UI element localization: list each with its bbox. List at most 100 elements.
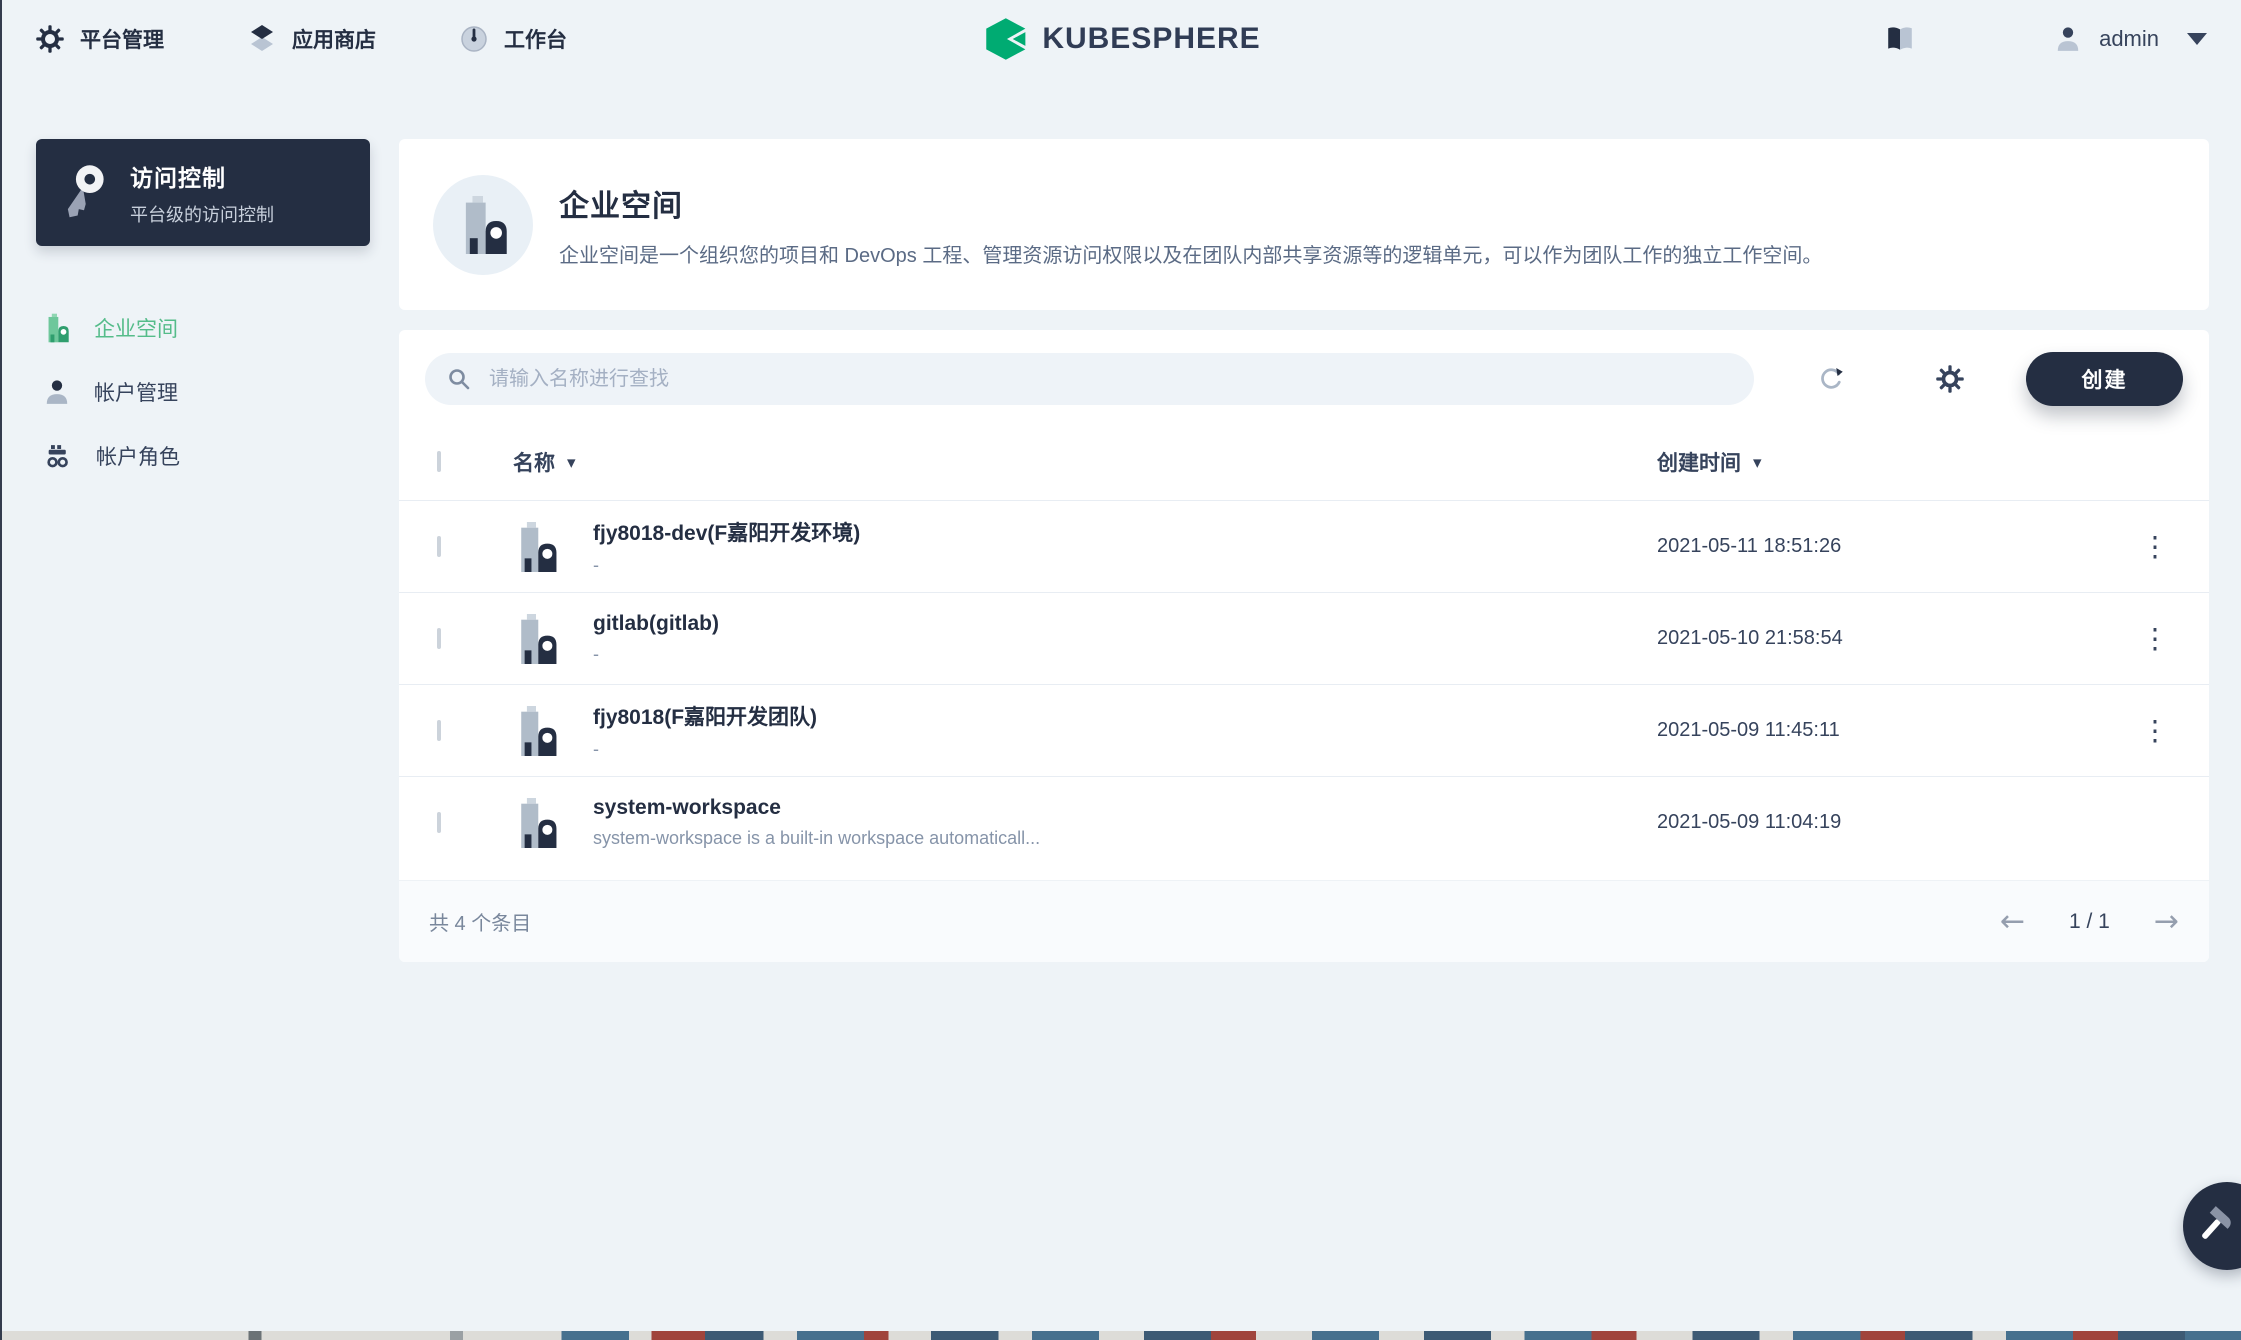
table-row[interactable]: system-workspace system-workspace is a b… xyxy=(399,776,2209,868)
row-checkbox[interactable] xyxy=(437,812,441,833)
next-page-icon[interactable]: → xyxy=(2154,904,2179,939)
column-header-created[interactable]: 创建时间 ▾ xyxy=(1657,447,2127,477)
created-time: 2021-05-09 11:45:11 xyxy=(1657,719,2127,742)
workspace-name-link[interactable]: fjy8018-dev(F嘉阳开发环境) xyxy=(593,517,860,547)
hammer-icon xyxy=(2194,1206,2234,1246)
created-time: 2021-05-11 18:51:26 xyxy=(1657,535,2127,558)
workspace-name-link[interactable]: fjy8018(F嘉阳开发团队) xyxy=(593,701,817,731)
page-header-text: 企业空间 企业空间是一个组织您的项目和 DevOps 工程、管理资源访问权限以及… xyxy=(559,181,1822,268)
select-all-checkbox[interactable] xyxy=(437,451,441,472)
kebab-menu-icon[interactable]: ⋮ xyxy=(2127,721,2183,741)
workspace-name-block: fjy8018(F嘉阳开发团队) - xyxy=(593,701,817,760)
top-bar: 平台管理 应用商店 工 xyxy=(2,0,2241,77)
nav-label: 工作台 xyxy=(504,24,567,54)
page-header-card: 企业空间 企业空间是一个组织您的项目和 DevOps 工程、管理资源访问权限以及… xyxy=(399,139,2209,310)
user-menu[interactable]: admin xyxy=(2055,25,2207,53)
sidebar-nav: 企业空间 帐户管理 xyxy=(36,296,370,488)
workspace-description: - xyxy=(593,555,860,576)
toolbox-fab[interactable] xyxy=(2183,1182,2241,1270)
workspace-icon xyxy=(44,313,70,343)
screen-edge-strip xyxy=(2,1331,2241,1340)
prev-page-icon[interactable]: ← xyxy=(2000,904,2025,939)
search-input[interactable] xyxy=(425,353,1754,405)
username-label: admin xyxy=(2099,26,2159,52)
kubesphere-logo-icon xyxy=(982,16,1028,62)
create-button[interactable]: 创建 xyxy=(2026,352,2183,406)
roles-icon xyxy=(44,443,72,469)
workspace-description: - xyxy=(593,644,719,665)
row-checkbox[interactable] xyxy=(437,536,441,557)
gear-icon xyxy=(36,25,64,53)
workspace-table-card: 创建 名称 ▾ 创建时间 ▾ xyxy=(399,330,2209,962)
workspace-name-block: system-workspace system-workspace is a b… xyxy=(593,796,1040,849)
nav-label: 应用商店 xyxy=(292,24,376,54)
workspace-avatar xyxy=(433,175,533,275)
sidebar-subtitle: 平台级的访问控制 xyxy=(130,201,274,227)
workspace-name-link[interactable]: gitlab(gitlab) xyxy=(593,612,719,636)
table-header: 名称 ▾ 创建时间 ▾ xyxy=(399,424,2209,500)
kubesphere-logo: KUBESPHERE xyxy=(982,16,1260,62)
table-footer: 共 4 个条目 ← 1 / 1 → xyxy=(399,880,2209,962)
logo-wordmark: KUBESPHERE xyxy=(1042,22,1260,56)
settings-gear-icon[interactable] xyxy=(1936,365,1964,393)
workspace-name-cell: fjy8018-dev(F嘉阳开发环境) - xyxy=(513,517,1657,576)
sort-caret-icon: ▾ xyxy=(567,454,576,471)
user-icon xyxy=(44,378,70,406)
sidebar-item-workspaces[interactable]: 企业空间 xyxy=(44,296,370,360)
app-store-icon xyxy=(248,24,276,54)
sidebar-item-accounts[interactable]: 帐户管理 xyxy=(44,360,370,424)
kubesphere-app: 平台管理 应用商店 工 xyxy=(0,0,2241,1340)
content-area: 访问控制 平台级的访问控制 企业空间 xyxy=(2,77,2241,962)
sidebar-item-roles[interactable]: 帐户角色 xyxy=(44,424,370,488)
kebab-menu-icon[interactable]: ⋮ xyxy=(2127,629,2183,649)
top-nav: 平台管理 应用商店 工 xyxy=(36,24,567,54)
workspace-description: - xyxy=(593,739,817,760)
workspace-building-icon xyxy=(513,706,559,756)
sidebar-item-label: 帐户管理 xyxy=(94,377,178,407)
kebab-menu-icon[interactable]: ⋮ xyxy=(2127,537,2183,557)
docs-book-icon[interactable] xyxy=(1885,25,1915,53)
nav-workbench[interactable]: 工作台 xyxy=(460,24,567,54)
workspace-name-cell: fjy8018(F嘉阳开发团队) - xyxy=(513,701,1657,760)
search-icon xyxy=(447,367,471,391)
workspace-name-cell: gitlab(gitlab) - xyxy=(513,612,1657,665)
workspace-description: system-workspace is a built-in workspace… xyxy=(593,828,1040,849)
nav-app-store[interactable]: 应用商店 xyxy=(248,24,376,54)
access-control-card: 访问控制 平台级的访问控制 xyxy=(36,139,370,246)
row-checkbox[interactable] xyxy=(437,720,441,741)
workspace-name-block: gitlab(gitlab) - xyxy=(593,612,719,665)
workspace-name-link[interactable]: system-workspace xyxy=(593,796,1040,820)
sidebar-item-label: 帐户角色 xyxy=(96,441,180,471)
sidebar-item-label: 企业空间 xyxy=(94,313,178,343)
workspace-building-icon xyxy=(513,614,559,664)
created-time: 2021-05-10 21:58:54 xyxy=(1657,627,2127,650)
workspace-building-icon xyxy=(513,522,559,572)
table-row[interactable]: fjy8018(F嘉阳开发团队) - 2021-05-09 11:45:11 ⋮ xyxy=(399,684,2209,776)
top-right-controls: admin xyxy=(1885,25,2207,53)
workspace-building-icon xyxy=(456,196,510,254)
nav-platform-management[interactable]: 平台管理 xyxy=(36,24,164,54)
created-time: 2021-05-09 11:04:19 xyxy=(1657,811,2127,834)
main-panel: 企业空间 企业空间是一个组织您的项目和 DevOps 工程、管理资源访问权限以及… xyxy=(399,139,2209,962)
column-header-name[interactable]: 名称 ▾ xyxy=(513,447,1657,477)
sidebar: 访问控制 平台级的访问控制 企业空间 xyxy=(36,139,370,488)
nav-label: 平台管理 xyxy=(80,24,164,54)
access-control-titles: 访问控制 平台级的访问控制 xyxy=(130,159,274,227)
user-avatar-icon xyxy=(2055,25,2081,53)
dashboard-icon xyxy=(460,25,488,53)
page-description: 企业空间是一个组织您的项目和 DevOps 工程、管理资源访问权限以及在团队内部… xyxy=(559,239,1822,268)
workspace-name-cell: system-workspace system-workspace is a b… xyxy=(513,796,1657,849)
column-label: 名称 xyxy=(513,447,555,477)
row-checkbox[interactable] xyxy=(437,628,441,649)
refresh-button[interactable] xyxy=(1816,364,1846,394)
table-row[interactable]: gitlab(gitlab) - 2021-05-10 21:58:54 ⋮ xyxy=(399,592,2209,684)
workspace-building-icon xyxy=(513,798,559,848)
search-box xyxy=(425,353,1754,405)
page-indicator: 1 / 1 xyxy=(2069,910,2110,934)
sidebar-title: 访问控制 xyxy=(130,159,274,193)
pagination: ← 1 / 1 → xyxy=(2000,904,2179,939)
table-row[interactable]: fjy8018-dev(F嘉阳开发环境) - 2021-05-11 18:51:… xyxy=(399,500,2209,592)
page-title: 企业空间 xyxy=(559,181,1822,225)
table-toolbar: 创建 xyxy=(399,330,2209,424)
total-items-label: 共 4 个条目 xyxy=(429,907,531,936)
